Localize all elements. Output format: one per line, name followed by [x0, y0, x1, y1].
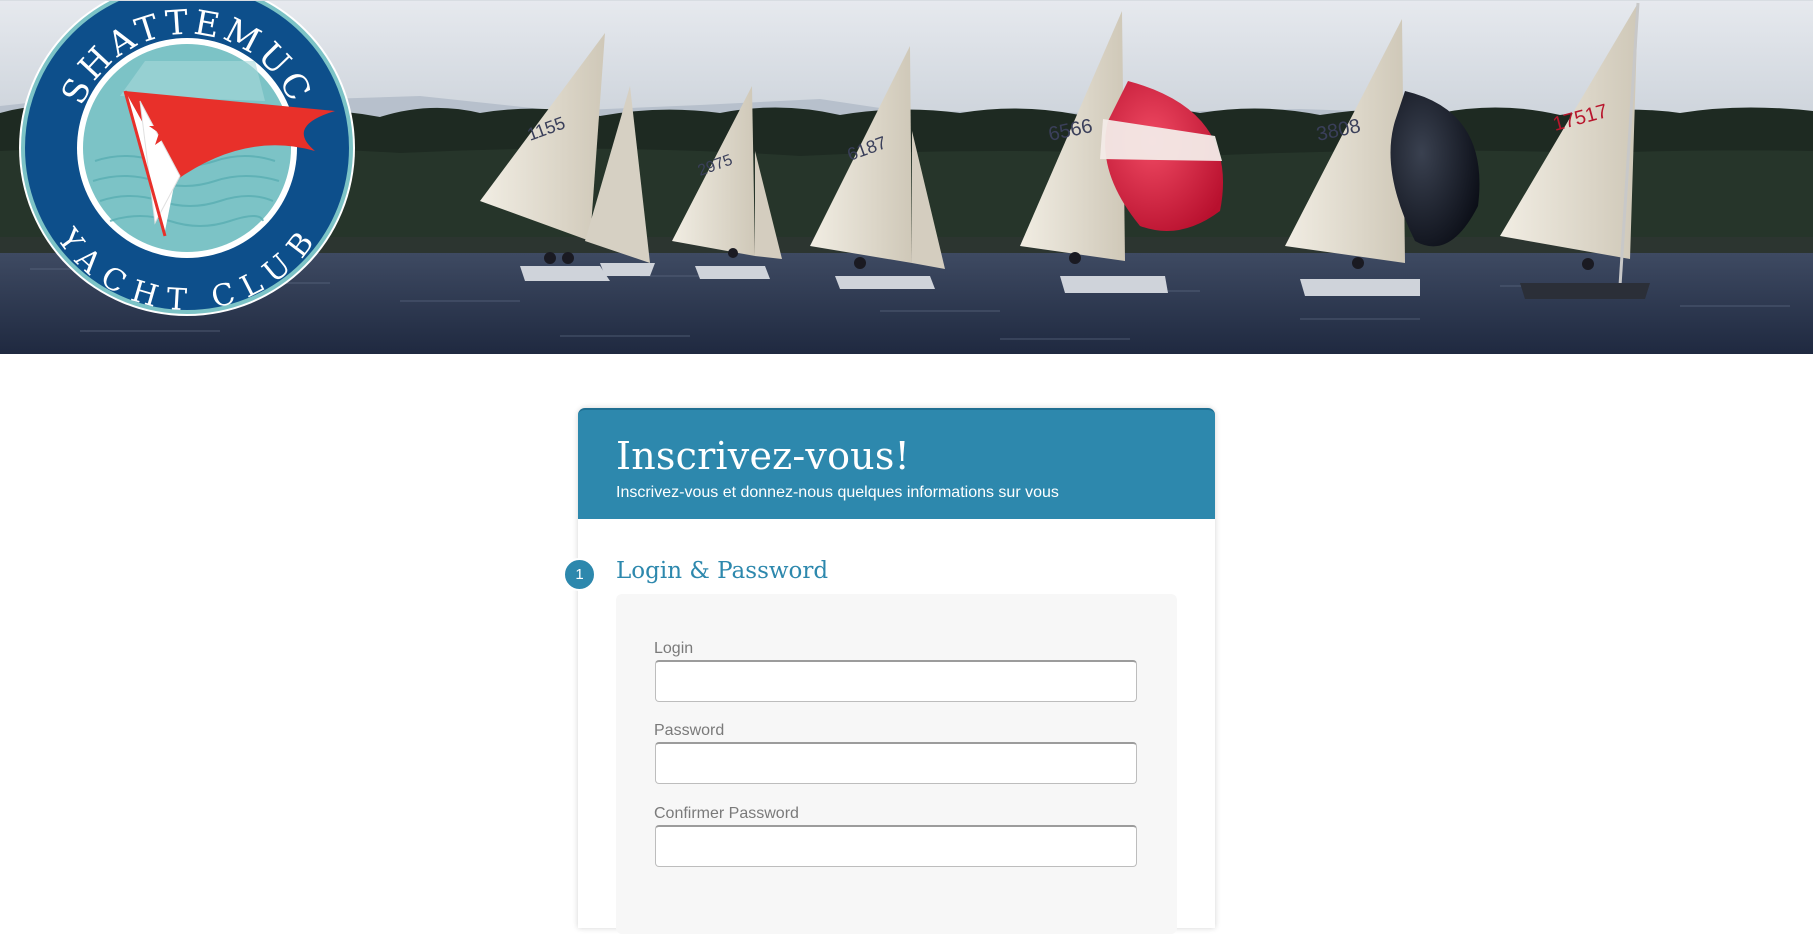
- login-password-fieldset: Login Password Confirmer Password: [616, 594, 1177, 934]
- club-logo: SHATTEMUC YACHT CLUB: [15, 1, 360, 316]
- login-label: Login: [654, 640, 694, 657]
- header-banner: 1155 2975 6187 6566 3808 17517 SHATTEMUC…: [0, 0, 1813, 354]
- confirm-password-input[interactable]: [655, 825, 1137, 867]
- login-input[interactable]: [655, 660, 1137, 702]
- section-title-login-password: Login & Password: [616, 558, 829, 584]
- page-title: Inscrivez-vous!: [616, 434, 910, 478]
- signup-card: Inscrivez-vous! Inscrivez-vous et donnez…: [563, 408, 1215, 934]
- confirm-password-label: Confirmer Password: [654, 805, 799, 822]
- page-subtitle: Inscrivez-vous et donnez-nous quelques i…: [616, 484, 1059, 501]
- card-header: Inscrivez-vous! Inscrivez-vous et donnez…: [578, 408, 1215, 519]
- password-input[interactable]: [655, 742, 1137, 784]
- step-number-badge: 1: [563, 558, 596, 591]
- password-label: Password: [654, 722, 725, 739]
